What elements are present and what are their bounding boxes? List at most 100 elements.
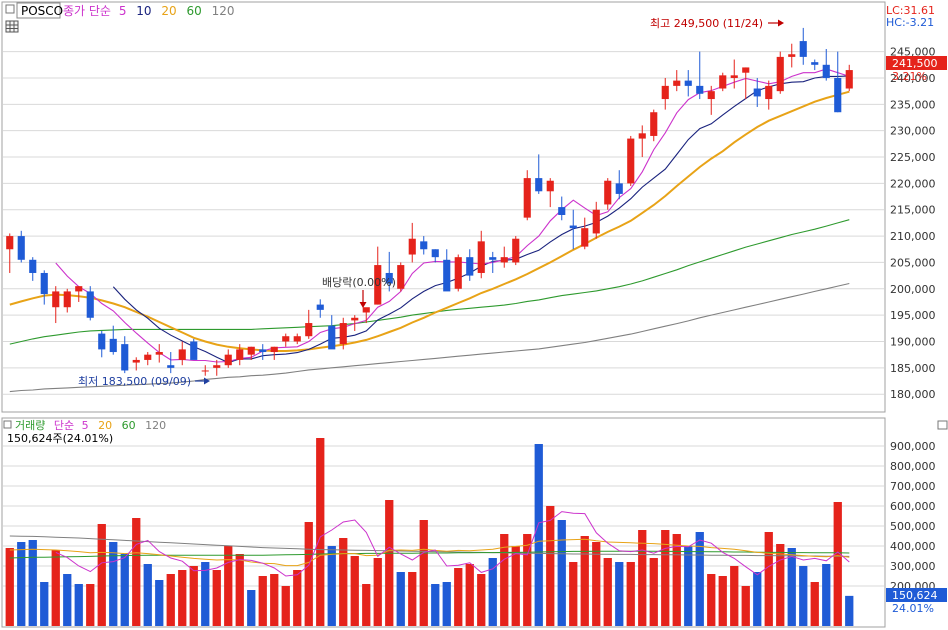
candle-body: [52, 291, 60, 308]
volume-bar: [454, 568, 463, 626]
candle: [719, 72, 727, 92]
volume-bar: [224, 546, 233, 626]
candle-body: [408, 238, 416, 255]
volume-bar: [442, 582, 451, 626]
candle: [397, 262, 405, 292]
current-volume-value: 150,624: [892, 589, 938, 602]
candle-body: [604, 180, 612, 205]
volume-bar: [178, 570, 187, 626]
candle-body: [650, 112, 658, 136]
price-panel-checkbox[interactable]: [5, 4, 15, 14]
volume-tick-label: 400,000: [890, 540, 936, 553]
volume-bar: [373, 558, 382, 626]
price-ma-period-120: 120: [212, 4, 235, 18]
volume-bar: [776, 544, 785, 626]
candle-body: [6, 236, 14, 250]
volume-bar: [74, 584, 83, 626]
volume-bar: [477, 574, 486, 626]
volume-bar: [327, 546, 336, 626]
volume-bar: [408, 572, 417, 626]
candle: [454, 254, 462, 292]
candle-body: [121, 344, 129, 371]
candle-body: [86, 291, 94, 318]
volume-bar: [166, 574, 175, 626]
candle: [512, 236, 520, 266]
candle-body: [224, 354, 232, 366]
volume-bar: [580, 536, 589, 626]
candle-body: [178, 349, 186, 360]
volume-bar: [281, 586, 290, 626]
candle-body: [270, 346, 278, 353]
candle-body: [845, 70, 853, 89]
candle-body: [569, 225, 577, 229]
candle-body: [592, 209, 600, 234]
low-annotation: 최저 183,500 (09/09): [78, 375, 191, 388]
volume-bar: [615, 562, 624, 626]
volume-bar: [511, 546, 520, 626]
candle-body: [730, 75, 738, 78]
candle-body: [627, 138, 635, 184]
candle-body: [535, 178, 543, 192]
volume-ma-period-5: 5: [82, 419, 89, 432]
volume-ma-period-60: 60: [122, 419, 136, 432]
volume-bar: [787, 548, 796, 626]
volume-ma-type: 단순: [54, 419, 74, 432]
candle-body: [259, 349, 267, 353]
hc-label: HC:-3.21: [886, 16, 934, 29]
volume-bar: [419, 520, 428, 626]
candle-body: [328, 325, 336, 350]
volume-collapse-button[interactable]: [937, 420, 948, 430]
volume-bar: [833, 502, 842, 626]
candle-body: [29, 259, 37, 273]
price-tick-label: 200,000: [890, 283, 936, 296]
volume-bar: [316, 438, 325, 626]
volume-title: 거래량: [15, 419, 45, 432]
volume-panel-checkbox[interactable]: [3, 420, 12, 429]
high-annotation: 최고 249,500 (11/24): [650, 17, 763, 30]
candle-body: [776, 56, 784, 92]
volume-bar: [235, 554, 244, 626]
candle-body: [753, 88, 761, 97]
current-price-value: 241,500: [892, 57, 938, 70]
price-panel-frame: [1, 1, 886, 413]
volume-bar: [557, 520, 566, 626]
candle-body: [696, 85, 704, 94]
data-table-icon[interactable]: [5, 20, 19, 33]
candle: [190, 338, 198, 360]
volume-bar: [741, 586, 750, 626]
price-tick-label: 225,000: [890, 151, 936, 164]
candle-body: [305, 323, 313, 337]
volume-bar: [132, 518, 141, 626]
volume-bar: [28, 540, 37, 626]
candle-body: [765, 85, 773, 100]
candle-body: [811, 62, 819, 65]
candle-body: [63, 291, 71, 308]
price-ma-period-5: 5: [119, 4, 127, 18]
candle-body: [109, 338, 117, 353]
volume-tick-label: 900,000: [890, 440, 936, 453]
volume-info: 150,624주(24.01%): [7, 432, 113, 445]
candle-body: [17, 236, 25, 260]
volume-bar: [810, 582, 819, 626]
volume-bar: [396, 572, 405, 626]
volume-bar: [718, 576, 727, 626]
candle-body: [581, 228, 589, 247]
volume-bar: [120, 554, 129, 626]
candle-body: [351, 317, 359, 321]
volume-bar: [5, 548, 14, 626]
volume-bar: [201, 562, 210, 626]
volume-ma-period-20: 20: [98, 419, 112, 432]
ticker-name: POSCO: [21, 4, 63, 18]
volume-bar: [799, 566, 808, 626]
stock-chart[interactable]: 180,000 185,000 190,000 195,000 200,000 205,0…: [0, 0, 948, 630]
volume-bar: [546, 506, 555, 626]
candle-body: [213, 365, 221, 368]
candle-body: [742, 67, 750, 73]
volume-bar: [385, 500, 394, 626]
candle-body: [684, 80, 692, 86]
volume-bar: [339, 538, 348, 626]
current-price-change: 3.21%: [892, 70, 927, 83]
candle-body: [397, 265, 405, 289]
candle-body: [201, 370, 209, 372]
price-ma-period-10: 10: [136, 4, 151, 18]
